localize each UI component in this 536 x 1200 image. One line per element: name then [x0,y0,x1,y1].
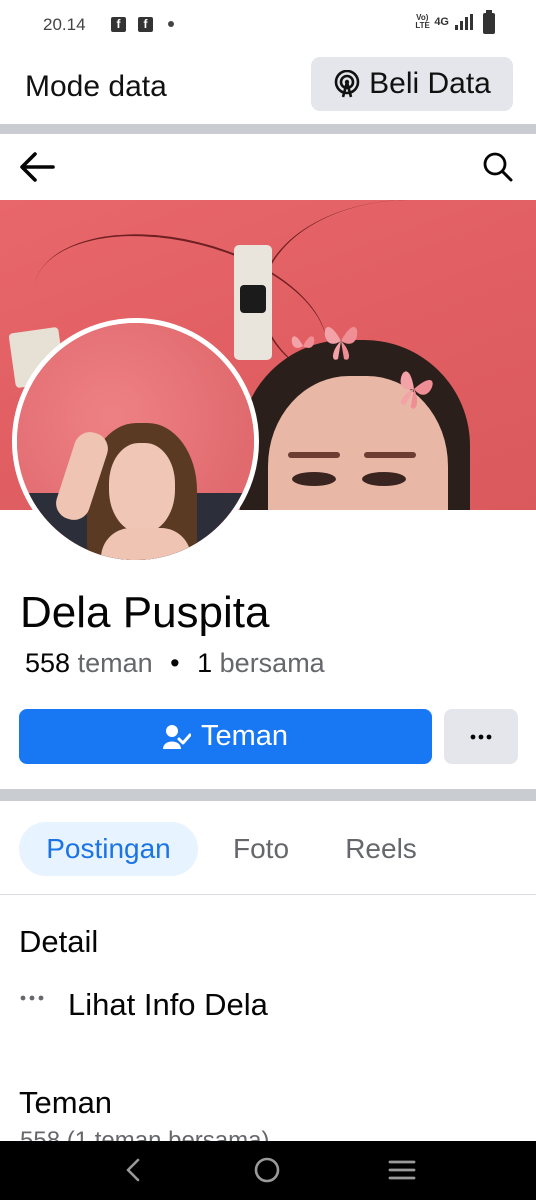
butterfly-icon [324,326,358,360]
cover-eye [362,472,406,486]
friends-summary[interactable]: 558 teman • 1 bersama [25,648,325,679]
friends-count: 558 [25,648,71,678]
view-info-label: Lihat Info Dela [68,987,268,1022]
tab-postingan[interactable]: Postingan [19,822,198,876]
top-separator [0,124,536,134]
volte-icon: Vo) LTE [415,13,430,30]
butterfly-icon [291,336,315,348]
data-mode-title: Mode data [25,70,167,103]
profile-tabs: Postingan Foto Reels [0,820,536,895]
notification-dot-icon [168,21,174,27]
mutual-count: 1 [197,648,213,678]
search-button[interactable] [482,151,514,183]
data-mode-bar: Mode data Beli Data [0,50,536,124]
more-options-button[interactable] [444,709,518,764]
back-button[interactable] [18,150,56,184]
friends-section-title: Teman [19,1085,113,1120]
buy-data-label: Beli Data [369,67,491,100]
profile-nav-bar [0,134,536,200]
buy-data-button[interactable]: Beli Data [311,57,513,111]
friend-check-icon [162,724,191,749]
facebook-notification-icon: f [111,17,126,32]
view-info-link[interactable]: Lihat Info Dela [20,985,268,1025]
avatar-face [109,443,175,533]
broadcast-icon [334,70,360,98]
facebook-notification-icon: f [138,17,153,32]
battery-icon [483,10,495,34]
cover-charger-plug [240,285,266,313]
cover-eyebrow [364,452,416,458]
cover-eyebrow [288,452,340,458]
search-icon [483,152,513,182]
status-bar: 20.14 f f Vo) LTE 4G [0,0,536,50]
system-recents-icon[interactable] [387,1156,417,1184]
friend-button[interactable]: Teman [19,709,432,764]
avatar-body [101,528,191,560]
friends-section-subtitle: 558 (1 teman bersama) [20,1127,270,1142]
more-dots-icon [20,995,44,1001]
profile-name: Dela Puspita [20,588,270,637]
system-home-icon[interactable] [253,1156,281,1184]
cover-eye [292,472,336,486]
detail-title: Detail [19,924,99,959]
tabs-divider [0,894,536,895]
system-navigation-bar [0,1141,536,1200]
signal-icon [455,14,473,30]
network-type-label: 4G [434,16,449,28]
more-dots-icon [470,734,492,739]
section-separator [0,789,536,801]
status-time: 20.14 [43,15,86,34]
bullet-separator: • [170,648,180,678]
tab-foto[interactable]: Foto [214,822,308,876]
back-arrow-icon [20,152,55,182]
friends-word: teman [77,648,153,678]
status-indicators: Vo) LTE 4G [415,14,474,30]
profile-avatar[interactable] [12,318,259,565]
mutual-word: bersama [219,648,325,678]
tab-reels[interactable]: Reels [328,822,434,876]
system-back-icon[interactable] [120,1156,148,1184]
friend-button-label: Teman [200,720,289,752]
